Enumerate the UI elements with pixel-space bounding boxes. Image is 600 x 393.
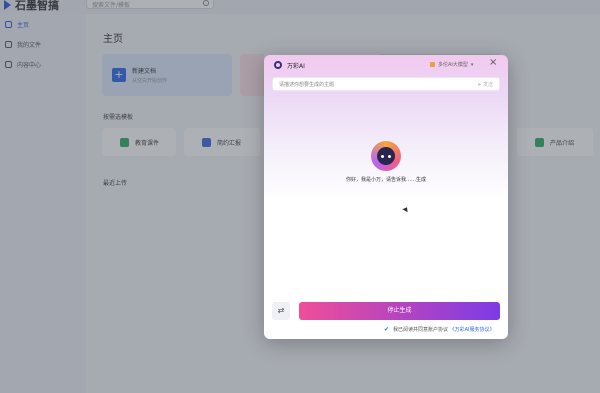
ai-modal: 万彩AI 多伦AI大模型 ▾ × 请描述你想要生成的主题 ➤ 发送 你好，我是小…	[264, 55, 508, 339]
modal-header: 万彩AI 多伦AI大模型 ▾ ×	[264, 55, 508, 75]
robot-eye	[388, 155, 391, 158]
chevron-down-icon: ▾	[470, 61, 474, 68]
send-label: 发送	[482, 82, 493, 88]
send-button[interactable]: ➤ 发送	[477, 81, 493, 88]
mouse-cursor-icon	[402, 205, 410, 213]
agree-text: 我已阅读并同意账户协议	[393, 327, 450, 333]
agreement-row: ✔ 我已阅读并同意账户协议 《万彩AI服务协议》	[384, 326, 495, 333]
robot-face	[377, 147, 395, 165]
generate-button[interactable]: 停止生成	[299, 302, 500, 320]
agree-checkbox[interactable]: ✔	[384, 326, 389, 333]
model-label: 多伦AI大模型	[438, 62, 468, 68]
agreement-link[interactable]: 《万彩AI服务协议》	[450, 327, 495, 333]
swap-button[interactable]: ⇄	[272, 302, 290, 320]
close-icon[interactable]: ×	[489, 58, 497, 68]
ai-logo-icon	[274, 61, 282, 69]
model-icon	[430, 62, 435, 67]
modal-title: 万彩AI	[287, 63, 305, 70]
robot-eye	[381, 155, 384, 158]
prompt-placeholder: 请描述你想要生成的主题	[279, 82, 335, 88]
welcome-message: 你好，我是小万，请告诉我……生成	[345, 177, 426, 183]
robot-avatar-icon	[371, 141, 401, 171]
model-selector[interactable]: 多伦AI大模型 ▾	[430, 61, 473, 68]
prompt-input[interactable]: 请描述你想要生成的主题 ➤ 发送	[272, 77, 500, 91]
